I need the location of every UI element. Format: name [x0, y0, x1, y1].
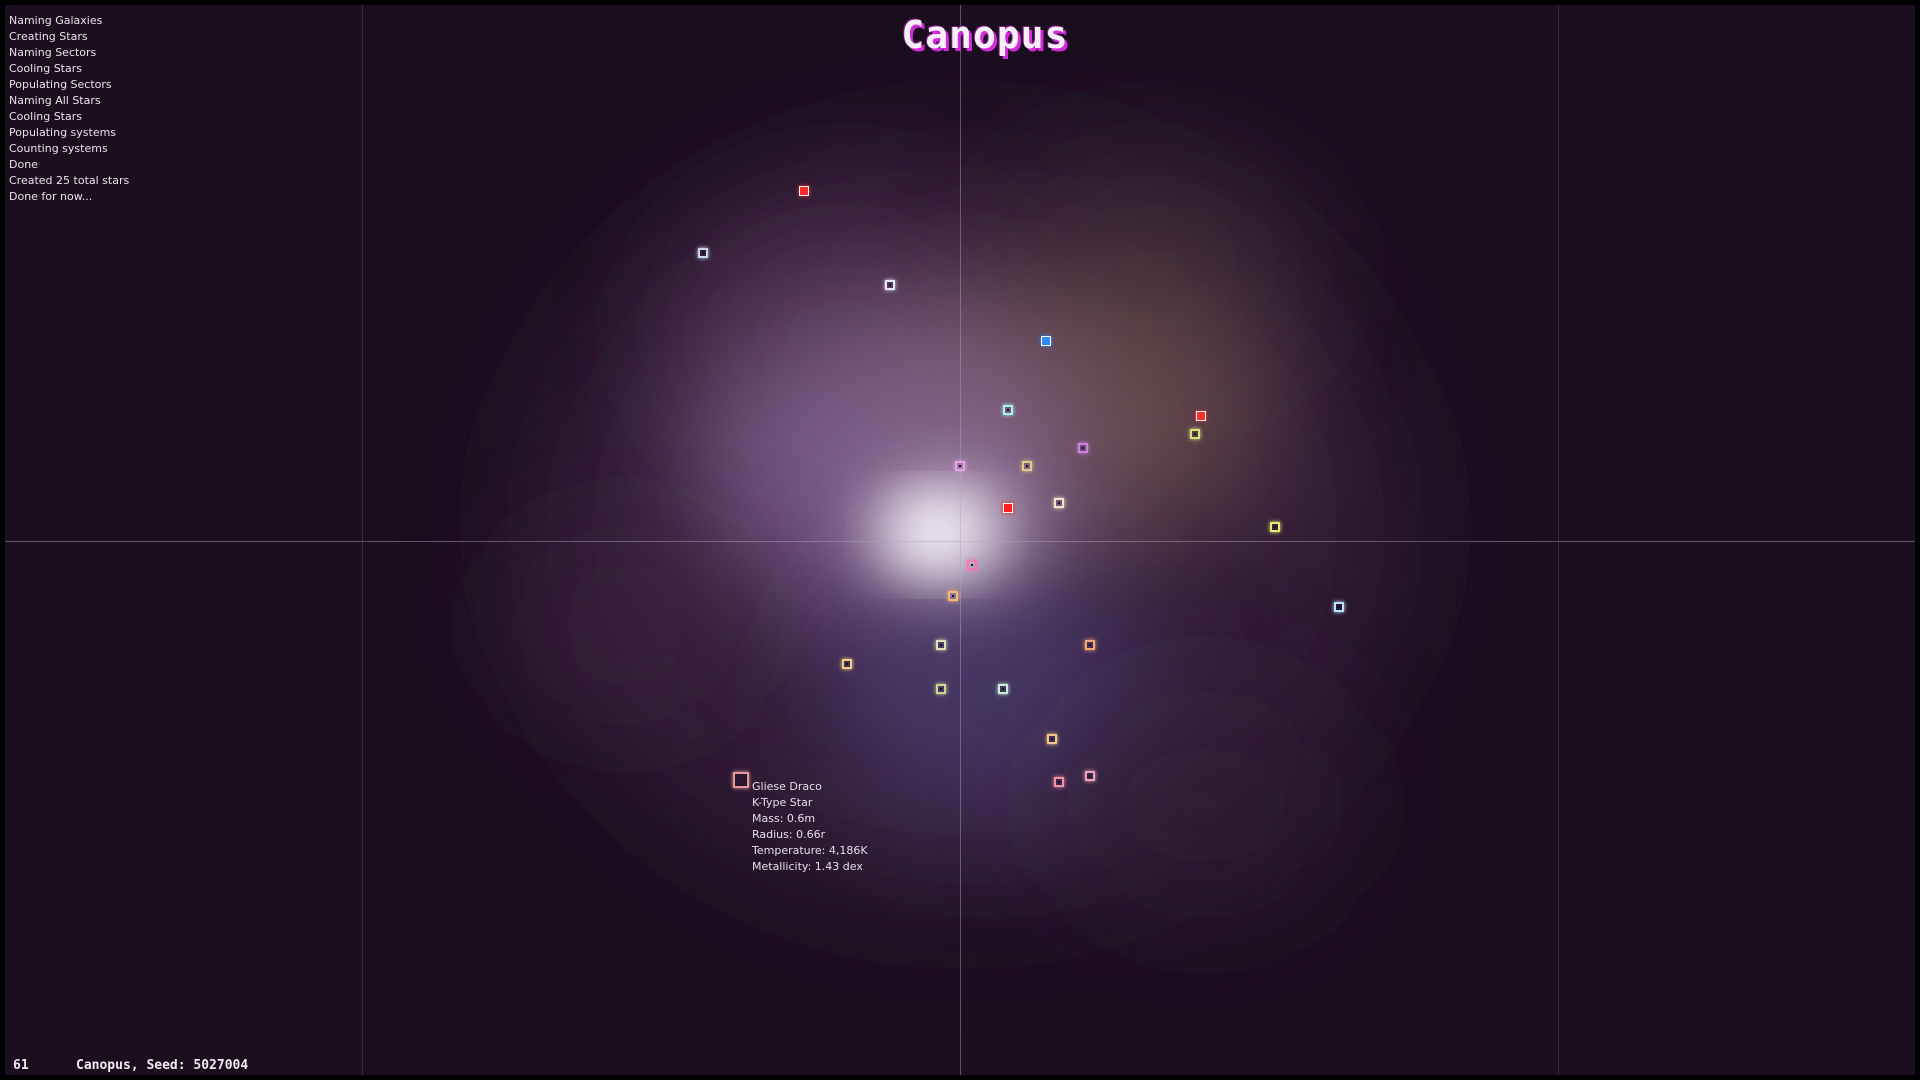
star-marker[interactable]: [1003, 503, 1013, 513]
star-marker[interactable]: [967, 560, 977, 570]
log-line: Counting systems: [9, 142, 108, 155]
log-line: Done for now...: [9, 190, 93, 203]
log-line: Populating Sectors: [9, 78, 112, 91]
star-marker[interactable]: [948, 591, 958, 601]
star-marker[interactable]: [1047, 734, 1057, 744]
star-marker[interactable]: [1003, 405, 1013, 415]
star-marker[interactable]: [936, 684, 946, 694]
star-marker[interactable]: [885, 280, 895, 290]
star-marker[interactable]: [936, 640, 946, 650]
star-metallicity: Metallicity: 1.43 dex: [752, 860, 863, 873]
star-marker[interactable]: [1196, 411, 1206, 421]
grid-axis-vertical: [960, 5, 961, 1075]
star-radius: Radius: 0.66r: [752, 828, 826, 841]
star-marker[interactable]: [1022, 461, 1032, 471]
star-marker[interactable]: [842, 659, 852, 669]
star-marker[interactable]: [1054, 498, 1064, 508]
star-marker[interactable]: [1085, 640, 1095, 650]
star-marker[interactable]: [1054, 777, 1064, 787]
log-line: Cooling Stars: [9, 62, 82, 75]
galaxy-title: Canopus: [901, 13, 1069, 57]
log-line: Done: [9, 158, 38, 171]
generation-log: Naming Galaxies Creating Stars Naming Se…: [9, 13, 129, 205]
log-line: Creating Stars: [9, 30, 88, 43]
star-type: K-Type Star: [752, 796, 813, 809]
star-mass: Mass: 0.6m: [752, 812, 816, 825]
log-line: Naming All Stars: [9, 94, 101, 107]
star-marker[interactable]: [998, 684, 1008, 694]
grid-line-vertical: [1558, 5, 1559, 1075]
grid-axis-horizontal: [5, 541, 1915, 542]
star-marker[interactable]: [1334, 602, 1344, 612]
galaxy-viewport[interactable]: Naming Galaxies Creating Stars Naming Se…: [5, 5, 1915, 1075]
star-marker[interactable]: [955, 461, 965, 471]
grid-line-vertical: [362, 5, 363, 1075]
star-marker[interactable]: [1190, 429, 1200, 439]
star-marker[interactable]: [698, 248, 708, 258]
log-line: Naming Galaxies: [9, 14, 103, 27]
star-marker[interactable]: [1078, 443, 1088, 453]
log-line: Naming Sectors: [9, 46, 97, 59]
log-line: Populating systems: [9, 126, 117, 139]
seed-label: Canopus, Seed: 5027004: [76, 1058, 249, 1073]
star-name: Gliese Draco: [752, 780, 822, 793]
star-marker[interactable]: [1041, 336, 1051, 346]
selected-star-marker[interactable]: [733, 772, 749, 788]
star-marker[interactable]: [1270, 522, 1280, 532]
log-line: Created 25 total stars: [9, 174, 130, 187]
star-info-panel: Gliese Draco K-Type Star Mass: 0.6m Radi…: [752, 779, 868, 875]
star-temperature: Temperature: 4,186K: [752, 844, 868, 857]
log-line: Cooling Stars: [9, 110, 82, 123]
fps-counter: 61: [13, 1058, 29, 1073]
star-marker[interactable]: [799, 186, 809, 196]
star-marker[interactable]: [1085, 771, 1095, 781]
